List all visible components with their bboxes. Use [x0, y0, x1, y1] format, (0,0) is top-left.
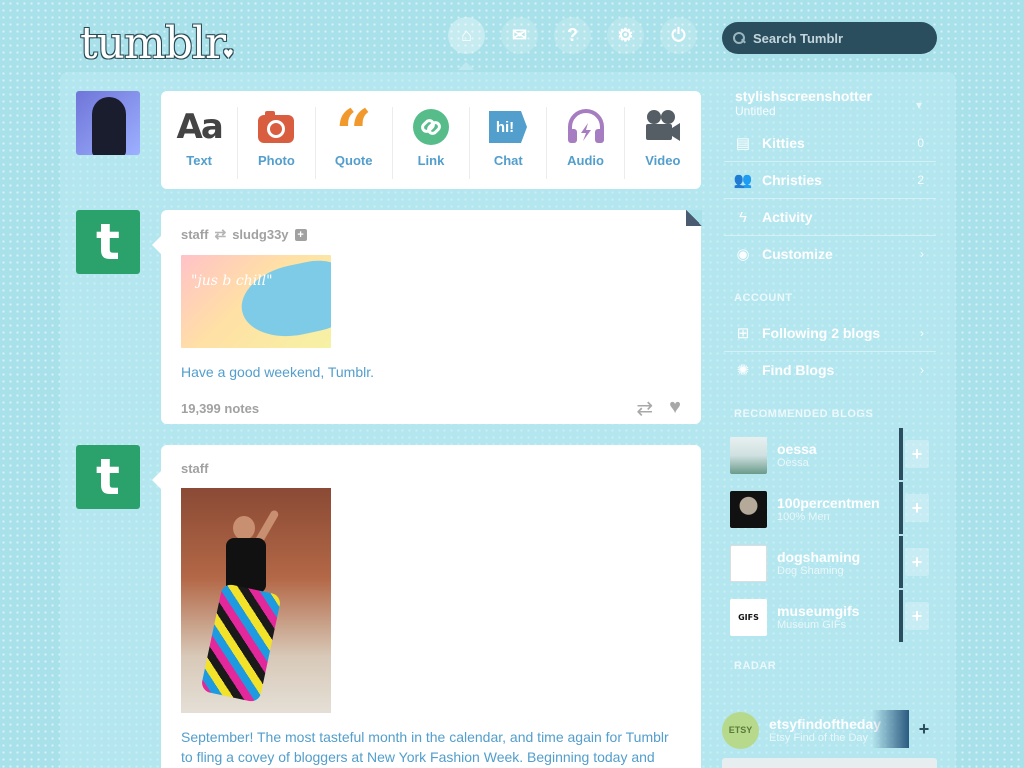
- heart-icon[interactable]: ♥: [669, 396, 681, 421]
- follow-plus-icon[interactable]: +: [294, 228, 307, 241]
- search-bar[interactable]: [722, 22, 937, 54]
- chat-icon: hi!: [487, 107, 529, 147]
- blog-avatar: [730, 544, 767, 582]
- home-icon[interactable]: ⌂: [448, 17, 485, 54]
- post-chat-button[interactable]: hi! Chat: [470, 107, 548, 179]
- notes-count[interactable]: 19,399 notes: [181, 401, 259, 416]
- post-video-button[interactable]: Video: [625, 107, 701, 179]
- camera-icon: [257, 107, 295, 147]
- sidebar-item-activity[interactable]: ϟ Activity: [724, 198, 936, 235]
- quote-icon: “: [335, 96, 373, 171]
- follow-button[interactable]: +: [905, 440, 929, 468]
- blog-avatar: ETSY: [722, 711, 759, 749]
- blog-avatar: [730, 490, 767, 528]
- recommended-blog[interactable]: GIFS museumgifs Museum GIFs +: [724, 590, 936, 644]
- staff-avatar[interactable]: t: [76, 210, 140, 274]
- link-icon: [412, 107, 450, 147]
- gear-icon[interactable]: ⚙: [607, 17, 644, 54]
- blog-avatar: [730, 436, 767, 474]
- recommended-heading: RECOMMENDED BLOGS: [734, 408, 874, 420]
- post-body: September! The most tasteful month in th…: [181, 729, 669, 765]
- find-blogs-icon: ✺: [736, 362, 750, 379]
- followers-icon: 👥: [733, 172, 753, 189]
- post-text-button[interactable]: Aa Text: [161, 107, 239, 179]
- follow-button[interactable]: +: [905, 602, 929, 630]
- post-type-bar: Aa Text Photo “ Quote Link hi! Chat Audi…: [161, 91, 701, 189]
- eye-icon: ◉: [736, 246, 750, 263]
- tumblr-logo[interactable]: tumblr♥: [80, 18, 234, 80]
- post-body: Have a good weekend, Tumblr.: [181, 364, 375, 380]
- follow-button[interactable]: +: [905, 548, 929, 576]
- post-link-button[interactable]: Link: [393, 107, 471, 179]
- sidebar-item-customize[interactable]: ◉ Customize ›: [724, 235, 936, 272]
- reblogged-from[interactable]: sludg33y: [232, 227, 288, 242]
- recommended-blog[interactable]: oessa Oessa +: [724, 428, 936, 482]
- nav-caret: [458, 62, 474, 70]
- radar-heading: RADAR: [734, 660, 777, 672]
- post-audio-button[interactable]: Audio: [547, 107, 625, 179]
- post-card: staff ⇄ sludg33y + "jus b chill" Have a …: [152, 210, 702, 424]
- lightning-icon: ϟ: [739, 208, 747, 226]
- sidebar-item-following[interactable]: ⊞ Following 2 blogs ›: [724, 314, 936, 351]
- radar-blog[interactable]: ETSY etsyfindoftheday Etsy Find of the Da…: [722, 710, 937, 750]
- following-icon: ⊞: [736, 324, 750, 342]
- post-photo[interactable]: [181, 488, 331, 713]
- top-nav: ⌂ ✉ ? ⚙ ⏻: [448, 17, 697, 54]
- blog-avatar: GIFS: [730, 598, 767, 636]
- post-author[interactable]: staff: [181, 227, 208, 242]
- follow-button[interactable]: +: [912, 716, 936, 742]
- search-icon: [733, 32, 745, 44]
- post-photo[interactable]: "jus b chill": [181, 255, 331, 348]
- dog-ear-corner: [686, 210, 702, 226]
- post-author[interactable]: staff: [181, 461, 208, 476]
- recommended-blog[interactable]: 100percentmen 100% Men +: [724, 482, 936, 536]
- sidebar: stylishscreenshotter Untitled ▾ ▤ Kittie…: [724, 78, 936, 680]
- post-card: staff September! The most tasteful month…: [152, 445, 701, 768]
- user-avatar[interactable]: [76, 91, 140, 155]
- headphones-icon: [566, 107, 606, 147]
- search-input[interactable]: [753, 30, 923, 46]
- text-icon: Aa: [176, 107, 224, 147]
- post-header: staff ⇄ sludg33y +: [181, 226, 681, 243]
- video-camera-icon: [644, 107, 682, 147]
- follow-button[interactable]: +: [905, 494, 929, 522]
- help-icon[interactable]: ?: [554, 17, 591, 54]
- sidebar-item-posts[interactable]: ▤ Kitties 0: [724, 124, 936, 161]
- mail-icon[interactable]: ✉: [501, 17, 538, 54]
- sidebar-item-find-blogs[interactable]: ✺ Find Blogs ›: [724, 351, 936, 388]
- staff-avatar[interactable]: t: [76, 445, 140, 509]
- reblog-icon[interactable]: ⇄: [636, 396, 653, 421]
- power-icon[interactable]: ⏻: [660, 17, 697, 54]
- post-quote-button[interactable]: “ Quote: [316, 96, 393, 179]
- photo-caption: "jus b chill": [191, 273, 273, 289]
- radar-post-preview: [722, 758, 937, 768]
- post-photo-button[interactable]: Photo: [238, 107, 316, 179]
- recommended-blog[interactable]: dogshaming Dog Shaming +: [724, 536, 936, 590]
- sidebar-item-followers[interactable]: 👥 Christies 2: [724, 161, 936, 198]
- sidebar-blog[interactable]: stylishscreenshotter Untitled ▾: [724, 78, 936, 122]
- svg-text:hi!: hi!: [496, 119, 514, 136]
- reblog-small-icon: ⇄: [214, 226, 227, 242]
- chevron-down-icon: ▾: [915, 98, 922, 112]
- post-icon: ▤: [735, 134, 751, 152]
- account-heading: ACCOUNT: [734, 292, 793, 304]
- post-header: staff: [181, 461, 681, 476]
